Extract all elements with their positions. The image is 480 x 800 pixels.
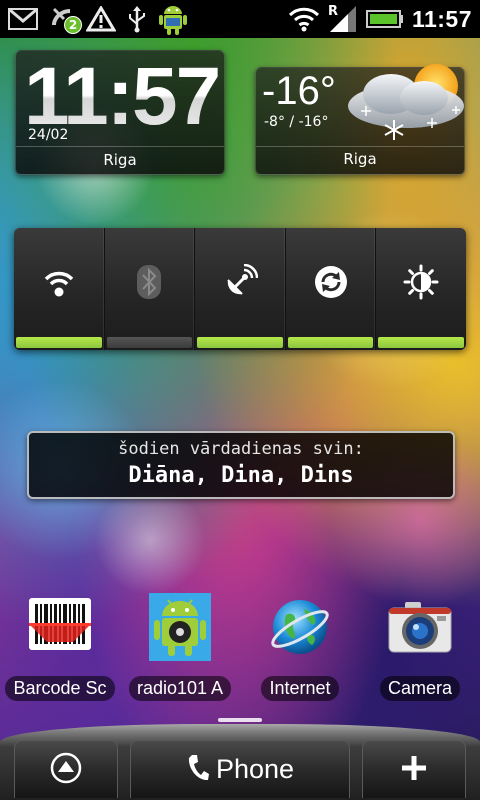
wifi-toggle[interactable] (14, 228, 105, 350)
barcode-scanner-icon (25, 592, 95, 662)
weather-temperature: -16° (262, 69, 336, 113)
app-camera[interactable]: Camera (360, 592, 480, 704)
app-barcode-scanner[interactable]: Barcode Sc (0, 592, 120, 704)
add-button[interactable] (362, 740, 466, 798)
app-label: Barcode Sc (5, 676, 115, 701)
gps-icon (222, 264, 258, 300)
app-label: Internet (261, 676, 339, 701)
weather-divider (256, 146, 464, 147)
gps-status-bar (197, 337, 283, 348)
warning-icon (86, 4, 116, 34)
weather-widget[interactable]: -16° -8° / -16° Riga (255, 64, 465, 175)
up-arrow-icon (49, 751, 83, 789)
plus-icon (399, 753, 429, 787)
clock-divider (16, 146, 224, 147)
app-internet[interactable]: Internet (240, 592, 360, 704)
all-apps-button[interactable] (14, 740, 118, 798)
missed-call-icon: 2 (48, 4, 82, 34)
camera-icon (385, 592, 455, 662)
sync-toggle[interactable] (286, 228, 377, 350)
status-bar[interactable]: 2 R 11:57 (0, 0, 480, 38)
gmail-icon (8, 4, 38, 34)
sync-status-bar (287, 337, 374, 348)
phone-icon (186, 753, 210, 787)
brightness-icon (403, 264, 439, 300)
sync-icon (313, 264, 349, 300)
notification-badge: 2 (64, 16, 82, 34)
wifi-status-bar (16, 337, 102, 348)
nameday-widget[interactable]: šodien vārdadienas svin: Diāna, Dina, Di… (27, 431, 455, 499)
status-bar-time: 11:57 (411, 5, 472, 32)
wifi-icon (42, 265, 76, 299)
snow-cloud-sun-icon (336, 56, 476, 144)
power-control-widget (14, 228, 466, 350)
clock-date: 24/02 (28, 127, 69, 143)
app-label: radio101 A (128, 676, 232, 701)
bluetooth-toggle[interactable] (105, 228, 196, 350)
clock-widget[interactable]: 11:57 24/02 Riga (15, 50, 225, 175)
usb-icon (126, 4, 148, 34)
nameday-names: Diāna, Dina, Dins (128, 463, 354, 488)
bluetooth-status-bar (106, 337, 193, 348)
brightness-status-bar (378, 337, 464, 348)
app-drawer-handle[interactable] (218, 718, 262, 722)
battery-icon (365, 4, 404, 34)
android-debug-icon (158, 4, 188, 35)
signal-icon: R (328, 4, 358, 34)
phone-label: Phone (215, 754, 295, 784)
signal-type-label: R (327, 4, 338, 19)
phone-button[interactable]: Phone (130, 740, 350, 798)
app-radio101[interactable]: radio101 A (120, 592, 240, 704)
bluetooth-icon (136, 264, 162, 300)
globe-icon (265, 592, 335, 662)
nameday-title: šodien vārdadienas svin: (118, 439, 364, 459)
android-radio-icon (145, 592, 215, 662)
wifi-icon (288, 4, 320, 34)
weather-range: -8° / -16° (264, 114, 329, 130)
brightness-toggle[interactable] (376, 228, 466, 350)
weather-city: Riga (343, 150, 377, 168)
clock-city: Riga (103, 151, 137, 169)
app-label: Camera (379, 676, 461, 701)
gps-toggle[interactable] (195, 228, 286, 350)
